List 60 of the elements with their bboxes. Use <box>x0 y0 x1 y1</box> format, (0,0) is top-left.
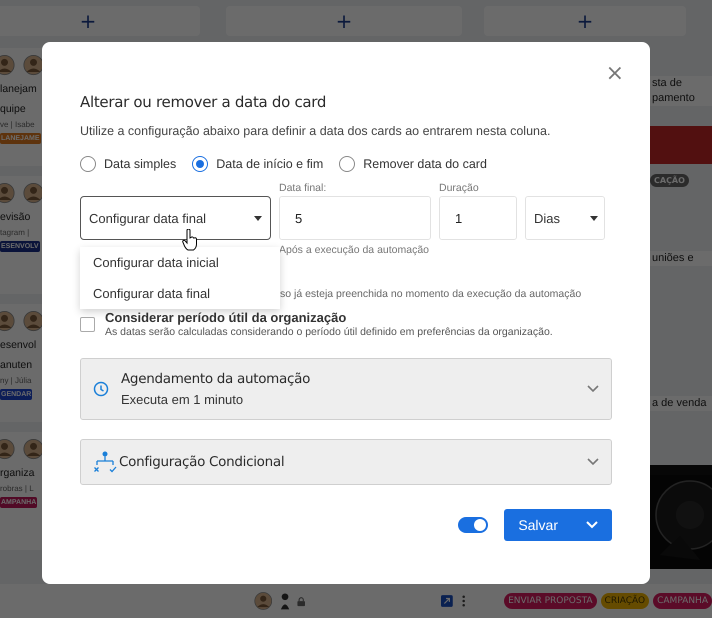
section-subtitle: Executa em 1 minuto <box>121 392 244 407</box>
save-options-button[interactable] <box>572 509 612 541</box>
branch-icon <box>93 451 117 473</box>
avatar <box>0 54 15 76</box>
helper-text: Após a execução da automação <box>279 244 430 256</box>
field-label: Duração <box>439 182 480 194</box>
note-text: so já esteja preenchida no momento da execução da automação <box>280 288 582 300</box>
checkbox-label: Considerar período útil da organização <box>105 310 348 325</box>
chevron-icon <box>586 521 598 529</box>
card-meta: tagram | <box>0 228 30 237</box>
card-title: evisão <box>0 210 32 224</box>
save-button[interactable]: Salvar <box>504 509 572 541</box>
avatar <box>0 310 15 332</box>
card-tag: ENVIAR PROPOSTA <box>504 593 597 609</box>
avatar <box>0 438 15 460</box>
card-title: pamento <box>650 91 712 106</box>
close-button[interactable]: × <box>606 63 624 85</box>
avatar <box>0 182 15 204</box>
date-target-select[interactable]: Configurar data final <box>80 196 271 240</box>
avatar <box>254 590 272 612</box>
card-meta: robras | L <box>0 484 35 493</box>
accordion-header[interactable]: Configuração Condicional <box>80 439 612 485</box>
card-title: rganiza <box>0 466 36 480</box>
card-meta: ve | Isabe <box>0 120 36 129</box>
lock-icon <box>296 596 305 606</box>
clock-icon <box>93 381 109 397</box>
menu-item[interactable]: Configurar data final <box>93 286 280 301</box>
toggle-switch[interactable] <box>458 517 488 533</box>
accordion-header[interactable]: Agendamento da automação Executa em 1 minuto <box>80 358 612 420</box>
card-title: anuten <box>0 358 34 372</box>
section-title: Configuração Condicional <box>119 454 286 470</box>
caret-icon <box>590 216 598 220</box>
link-icon[interactable] <box>440 594 453 608</box>
section-title: Agendamento da automação <box>121 371 312 387</box>
card-tag: CAMPANHA <box>653 593 712 609</box>
checkbox-hint: As datas serão calculadas considerando o período útil definido em preferências da organização. <box>105 326 553 338</box>
more-icon[interactable] <box>462 594 466 608</box>
checkbox[interactable] <box>80 316 95 332</box>
card-title: quipe <box>0 102 27 116</box>
radio-option[interactable]: Data simples <box>80 156 176 172</box>
card-title: uniões e <box>650 251 712 266</box>
card-tag: CRIAÇÃO <box>600 593 650 609</box>
person-icon <box>280 591 291 611</box>
unit-select[interactable]: Dias <box>525 196 605 240</box>
dialog-title: Alterar ou remover a data do card <box>80 93 328 111</box>
date-input[interactable]: 5 <box>279 196 431 240</box>
card-cover <box>650 126 712 164</box>
field-label: Data final: <box>279 182 328 194</box>
card-title: esenvol <box>0 338 38 352</box>
menu-item[interactable]: Configurar data inicial <box>93 255 280 270</box>
duration-input[interactable]: 1 <box>439 196 517 240</box>
radio-option[interactable]: Remover data do card <box>339 156 487 172</box>
card-title: a de venda <box>650 396 712 411</box>
card-title: sta de <box>650 76 712 91</box>
dialog-description: Utilize a configuração abaixo para definir a data dos cards ao entrarem nesta coluna. <box>80 124 552 138</box>
card-tag: CAÇÃO <box>650 174 689 187</box>
radio-option[interactable]: Data de início e fim <box>192 156 324 172</box>
card-title: lanejam <box>0 82 38 96</box>
caret-icon <box>254 216 262 220</box>
card-meta: ny | Júlia <box>0 376 32 385</box>
